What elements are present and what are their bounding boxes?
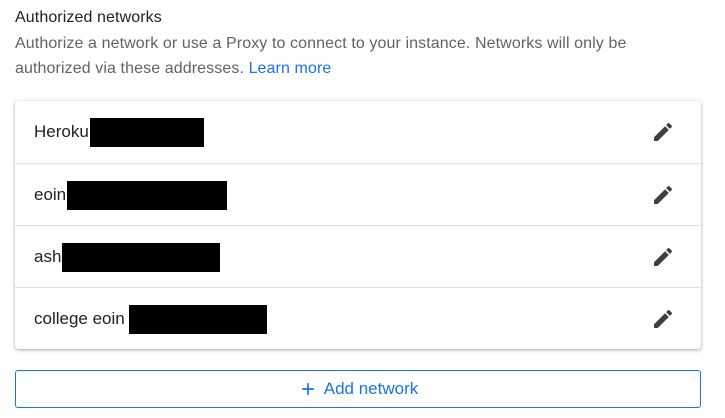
network-row: college eoin <box>15 287 701 349</box>
add-network-label: Add network <box>323 379 419 398</box>
edit-network-button[interactable] <box>651 120 675 144</box>
section-title: Authorized networks <box>15 9 162 26</box>
network-row: ash <box>15 225 701 287</box>
pencil-edit-icon <box>654 247 673 266</box>
add-network-button[interactable]: Add network <box>15 370 701 408</box>
networks-list: Heroku eoin ash college eoin <box>15 101 701 349</box>
pencil-edit-icon <box>654 309 673 328</box>
network-name: Heroku <box>34 122 89 141</box>
pencil-edit-icon <box>654 185 673 204</box>
network-label: ash <box>34 226 221 288</box>
edit-network-button[interactable] <box>651 245 675 269</box>
network-row: Heroku <box>15 101 701 163</box>
plus-icon <box>301 383 314 395</box>
network-name: eoin <box>34 185 67 204</box>
redacted-address <box>89 117 204 147</box>
learn-more-link[interactable]: Learn more <box>249 60 332 77</box>
network-row: eoin <box>15 163 701 225</box>
network-name: college eoin <box>34 309 125 328</box>
network-label: Heroku <box>34 101 204 163</box>
network-label: eoin <box>34 164 228 226</box>
redacted-address <box>67 180 228 210</box>
pencil-edit-icon <box>654 122 673 141</box>
edit-network-button[interactable] <box>651 307 675 331</box>
network-name: ash <box>34 247 62 266</box>
redacted-address <box>128 304 267 334</box>
redacted-address <box>62 242 221 272</box>
section-description: Authorize a network or use a Proxy to co… <box>15 31 685 81</box>
edit-network-button[interactable] <box>651 183 675 207</box>
network-label: college eoin <box>34 288 267 349</box>
